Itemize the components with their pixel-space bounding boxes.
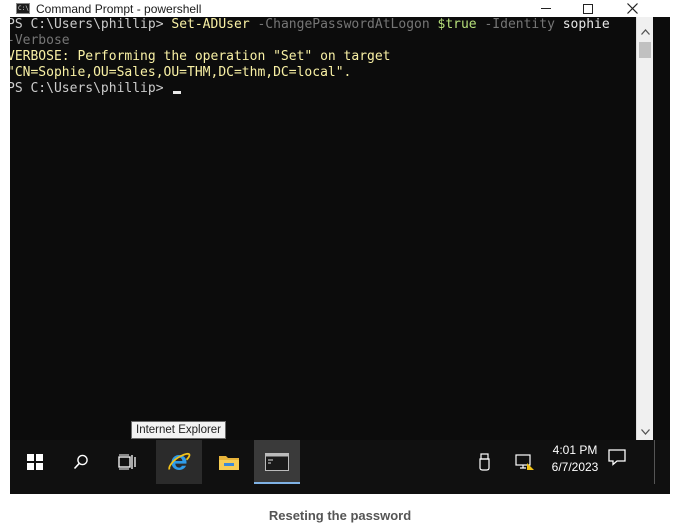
search-button[interactable]	[58, 440, 104, 484]
taskbar: 4:01 PM 6/7/2023	[10, 440, 670, 494]
taskbar-file-explorer[interactable]	[206, 440, 252, 484]
minimize-icon	[541, 8, 551, 9]
scroll-up-button[interactable]	[637, 24, 653, 40]
clock-time: 4:01 PM	[552, 443, 598, 457]
window-title: Command Prompt - powershell	[36, 1, 202, 16]
param-identity: -Identity	[476, 17, 563, 32]
cmd-window-icon: C:\	[16, 3, 30, 14]
windows-start-icon	[27, 454, 43, 470]
tray-usb[interactable]	[470, 440, 500, 484]
console-line-1: PS C:\Users\phillip> Set-ADUser -ChangeP…	[10, 17, 636, 33]
console-line-2: -Verbose	[10, 33, 636, 49]
action-center-button[interactable]	[608, 448, 632, 476]
chevron-down-icon	[640, 429, 650, 435]
task-view-button[interactable]	[104, 440, 150, 484]
cmdlet-name: Set-ADUser	[171, 17, 250, 32]
window-titlebar: C:\ Command Prompt - powershell	[10, 0, 670, 17]
chevron-up-icon	[640, 29, 650, 35]
close-button[interactable]	[612, 0, 652, 17]
text-cursor	[173, 91, 182, 94]
notification-icon	[608, 449, 626, 466]
image-caption: Reseting the password	[268, 508, 412, 523]
console-line-prompt: PS C:\Users\phillip>	[10, 81, 636, 97]
param-value-sophie: sophie	[562, 17, 610, 32]
console-line-verbose: VERBOSE: Performing the operation "Set" …	[10, 49, 391, 64]
internet-explorer-icon	[168, 452, 191, 470]
close-icon	[626, 3, 638, 14]
console-output[interactable]: PS C:\Users\phillip> Set-ADUser -ChangeP…	[10, 17, 636, 440]
search-icon	[73, 454, 88, 470]
console-prompt: PS C:\Users\phillip>	[10, 17, 172, 32]
taskbar-clock[interactable]: 4:01 PM 6/7/2023	[545, 442, 605, 476]
param-value-true: $true	[437, 17, 477, 32]
console-line-target: "CN=Sophie,OU=Sales,OU=THM,DC=thm,DC=loc…	[10, 65, 352, 80]
show-desktop-divider[interactable]	[654, 440, 655, 484]
taskbar-internet-explorer[interactable]	[156, 440, 202, 484]
tray-network[interactable]	[510, 440, 540, 484]
scroll-thumb[interactable]	[639, 42, 651, 58]
console-scrollbar[interactable]	[636, 17, 653, 440]
desktop-edge	[653, 17, 670, 440]
param-change-password: -ChangePasswordAtLogon	[249, 17, 438, 32]
start-button[interactable]	[12, 440, 58, 484]
scroll-down-button[interactable]	[637, 424, 653, 440]
taskbar-command-prompt[interactable]	[254, 440, 300, 484]
network-icon	[515, 454, 534, 470]
console-prompt: PS C:\Users\phillip>	[10, 81, 172, 96]
usb-device-icon	[479, 453, 490, 471]
file-explorer-icon	[219, 456, 239, 470]
maximize-button[interactable]	[568, 0, 608, 17]
task-view-icon	[118, 454, 136, 470]
tooltip: Internet Explorer	[131, 421, 227, 439]
command-prompt-icon	[265, 453, 289, 471]
minimize-button[interactable]	[526, 0, 566, 17]
clock-date: 6/7/2023	[551, 460, 599, 474]
maximize-icon	[583, 3, 593, 14]
param-verbose: -Verbose	[10, 33, 70, 48]
